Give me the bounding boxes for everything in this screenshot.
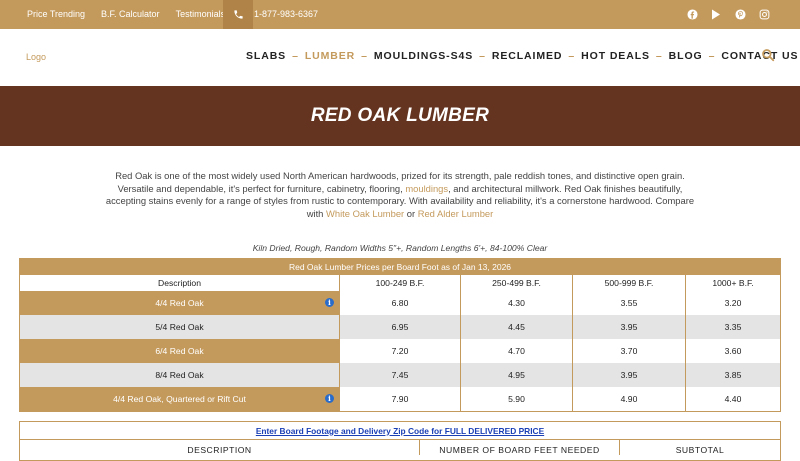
header-500-999: 500-999 B.F. <box>573 275 686 291</box>
nav-separator: – <box>655 50 663 62</box>
table-row: 5/4 Red Oak 6.95 4.45 3.95 3.35 <box>20 315 780 339</box>
header-100-249: 100-249 B.F. <box>340 275 461 291</box>
header-1000-plus: 1000+ B.F. <box>686 275 780 291</box>
nav-separator: – <box>479 50 486 62</box>
top-link-price-trending[interactable]: Price Trending <box>27 9 85 19</box>
phone-icon[interactable] <box>223 0 253 29</box>
price-cell: 4.45 <box>461 315 573 339</box>
nav-item-reclaimed[interactable]: RECLAIMED <box>492 50 563 62</box>
table-row: 4/4 Red Oak i 6.80 4.30 3.55 3.20 <box>20 291 780 315</box>
search-icon[interactable] <box>761 48 775 62</box>
price-cell: 4.95 <box>461 363 573 387</box>
price-cell: 3.85 <box>724 370 742 380</box>
price-cell: 3.95 <box>573 363 686 387</box>
header-250-499: 250-499 B.F. <box>461 275 573 291</box>
nav-item-contact-us[interactable]: CONTACT US <box>721 50 798 62</box>
price-cell: 5.90 <box>461 387 573 411</box>
row-description: 5/4 Red Oak <box>155 322 204 332</box>
logo[interactable]: Logo <box>26 52 46 62</box>
price-cell: 7.20 <box>340 339 461 363</box>
row-description: 6/4 Red Oak <box>155 346 204 356</box>
nav-separator: – <box>708 50 716 62</box>
phone-number[interactable]: 1-877-983-6367 <box>254 9 318 19</box>
lumber-spec-line: Kiln Dried, Rough, Random Widths 5"+, Ra… <box>252 243 548 253</box>
price-cell: 3.95 <box>573 315 686 339</box>
table-row: 8/4 Red Oak 7.45 4.95 3.95 3.85 <box>20 363 780 387</box>
price-cell: 3.20 <box>686 291 780 315</box>
link-mouldings[interactable]: mouldings <box>405 183 448 194</box>
price-cell: 7.90 <box>340 387 461 411</box>
top-link-testimonials[interactable]: Testimonials <box>176 9 226 19</box>
header-description: DESCRIPTION <box>20 440 420 455</box>
main-header: Logo SLABS – LUMBER – MOULDINGS-S4S – RE… <box>0 29 800 86</box>
price-cell: 7.45 <box>340 363 461 387</box>
intro-paragraph: Red Oak is one of the most widely used N… <box>100 170 700 220</box>
top-bar: Price Trending B.F. Calculator Testimoni… <box>0 0 800 29</box>
table-row: 4/4 Red Oak, Quartered or Rift Cut i 7.90… <box>20 387 780 411</box>
main-nav: SLABS – LUMBER – MOULDINGS-S4S – RECLAIM… <box>246 50 798 62</box>
row-description: 8/4 Red Oak <box>155 370 204 380</box>
delivered-price-link[interactable]: Enter Board Footage and Delivery Zip Cod… <box>20 422 780 439</box>
nav-item-blog[interactable]: BLOG <box>669 50 703 62</box>
row-description: 4/4 Red Oak <box>155 298 204 308</box>
price-cell: 3.55 <box>573 291 686 315</box>
price-cell: 3.35 <box>724 322 742 332</box>
top-links: Price Trending B.F. Calculator Testimoni… <box>27 9 241 19</box>
price-cell: 6.80 <box>340 291 461 315</box>
delivered-price-table: Enter Board Footage and Delivery Zip Cod… <box>19 421 781 461</box>
price-table: Red Oak Lumber Prices per Board Foot as … <box>19 258 781 412</box>
nav-separator: – <box>292 50 299 62</box>
header-description: Description <box>20 275 340 291</box>
price-table-title: Red Oak Lumber Prices per Board Foot as … <box>20 259 780 275</box>
page-banner: RED OAK LUMBER <box>0 86 800 146</box>
table-row: 6/4 Red Oak 7.20 4.70 3.70 3.60 <box>20 339 780 363</box>
price-cell: 3.60 <box>686 339 780 363</box>
nav-item-mouldings-s4s[interactable]: MOULDINGS-S4S <box>374 50 473 62</box>
price-cell: 6.95 <box>340 315 461 339</box>
intro-text-3: or <box>404 207 418 219</box>
price-cell: 3.70 <box>573 339 686 363</box>
nav-item-slabs[interactable]: SLABS <box>246 50 286 62</box>
price-cell: 4.70 <box>461 339 573 363</box>
pinterest-icon[interactable] <box>734 8 746 20</box>
price-cell: 4.40 <box>686 387 780 411</box>
page-title: RED OAK LUMBER <box>310 105 490 126</box>
info-icon[interactable]: i <box>325 394 334 403</box>
instagram-icon[interactable] <box>758 8 770 20</box>
price-cell: 4.30 <box>461 291 573 315</box>
link-red-alder-lumber[interactable]: Red Alder Lumber <box>418 208 494 219</box>
nav-item-hot-deals[interactable]: HOT DEALS <box>581 50 650 62</box>
delivered-header-row: DESCRIPTION NUMBER OF BOARD FEET NEEDED … <box>20 439 780 455</box>
price-table-header-row: Description 100-249 B.F. 250-499 B.F. 50… <box>20 275 780 291</box>
nav-separator: – <box>568 50 576 62</box>
price-cell: 4.90 <box>573 387 686 411</box>
header-board-feet-needed: NUMBER OF BOARD FEET NEEDED <box>420 440 620 455</box>
header-subtotal: SUBTOTAL <box>675 445 725 455</box>
youtube-icon[interactable] <box>710 8 722 20</box>
info-icon[interactable]: i <box>325 298 334 307</box>
link-white-oak-lumber[interactable]: White Oak Lumber <box>326 208 404 219</box>
row-description: 4/4 Red Oak, Quartered or Rift Cut <box>113 394 246 404</box>
top-link-bf-calculator[interactable]: B.F. Calculator <box>101 9 160 19</box>
nav-item-lumber[interactable]: LUMBER <box>305 50 355 62</box>
facebook-icon[interactable] <box>686 8 698 20</box>
nav-separator: – <box>361 50 368 62</box>
